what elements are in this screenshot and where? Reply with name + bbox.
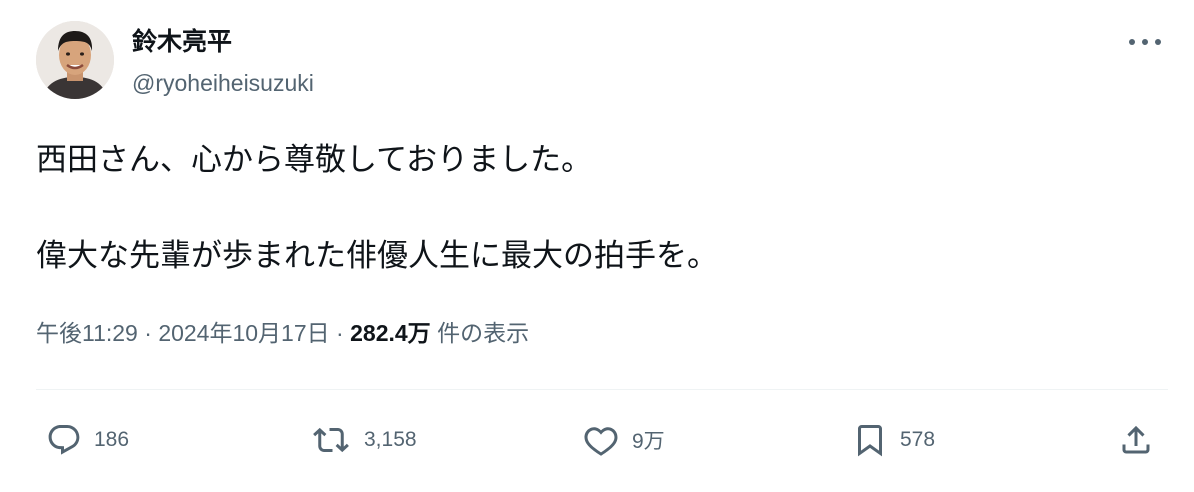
reply-icon: [48, 425, 80, 455]
user-handle[interactable]: @ryoheiheisuzuki: [132, 68, 314, 98]
retweet-button[interactable]: 3,158: [310, 420, 417, 460]
avatar[interactable]: [36, 21, 114, 99]
bookmark-button[interactable]: 578: [852, 420, 935, 460]
heart-icon: [584, 427, 618, 456]
reply-count: 186: [94, 428, 130, 451]
bookmark-count: 578: [900, 428, 936, 451]
views-count: 282.4万: [350, 320, 431, 346]
retweet-icon: [313, 427, 349, 453]
tweet-date[interactable]: 2024年10月17日: [158, 320, 329, 346]
tweet-time[interactable]: 午後11:29: [36, 320, 138, 346]
divider: [36, 389, 1168, 390]
meta-separator: ·: [144, 320, 152, 346]
views-label: 件の表示: [437, 320, 530, 346]
bookmark-icon: [858, 425, 882, 457]
display-name[interactable]: 鈴木亮平: [132, 26, 232, 58]
meta-separator: ·: [336, 320, 344, 346]
like-count: 9万: [632, 430, 665, 453]
more-horizontal-icon: [1129, 39, 1161, 45]
profile-photo-icon: [36, 21, 114, 99]
more-options-button[interactable]: [1120, 22, 1170, 62]
tweet-meta: 午後11:29 · 2024年10月17日 · 282.4万 件の表示: [36, 316, 529, 350]
tweet-line: 西田さん、心から尊敬しておりました。: [36, 142, 593, 177]
share-icon: [1122, 425, 1150, 454]
reply-button[interactable]: 186: [46, 420, 129, 460]
retweet-count: 3,158: [364, 428, 417, 451]
tweet-line: 偉大な先輩が歩まれた俳優人生に最大の拍手を。: [36, 238, 718, 273]
tweet-text: 西田さん、心から尊敬しておりました。 偉大な先輩が歩まれた俳優人生に最大の拍手を…: [36, 136, 1156, 280]
like-button[interactable]: 9万: [582, 420, 665, 460]
share-button[interactable]: [1118, 420, 1154, 460]
